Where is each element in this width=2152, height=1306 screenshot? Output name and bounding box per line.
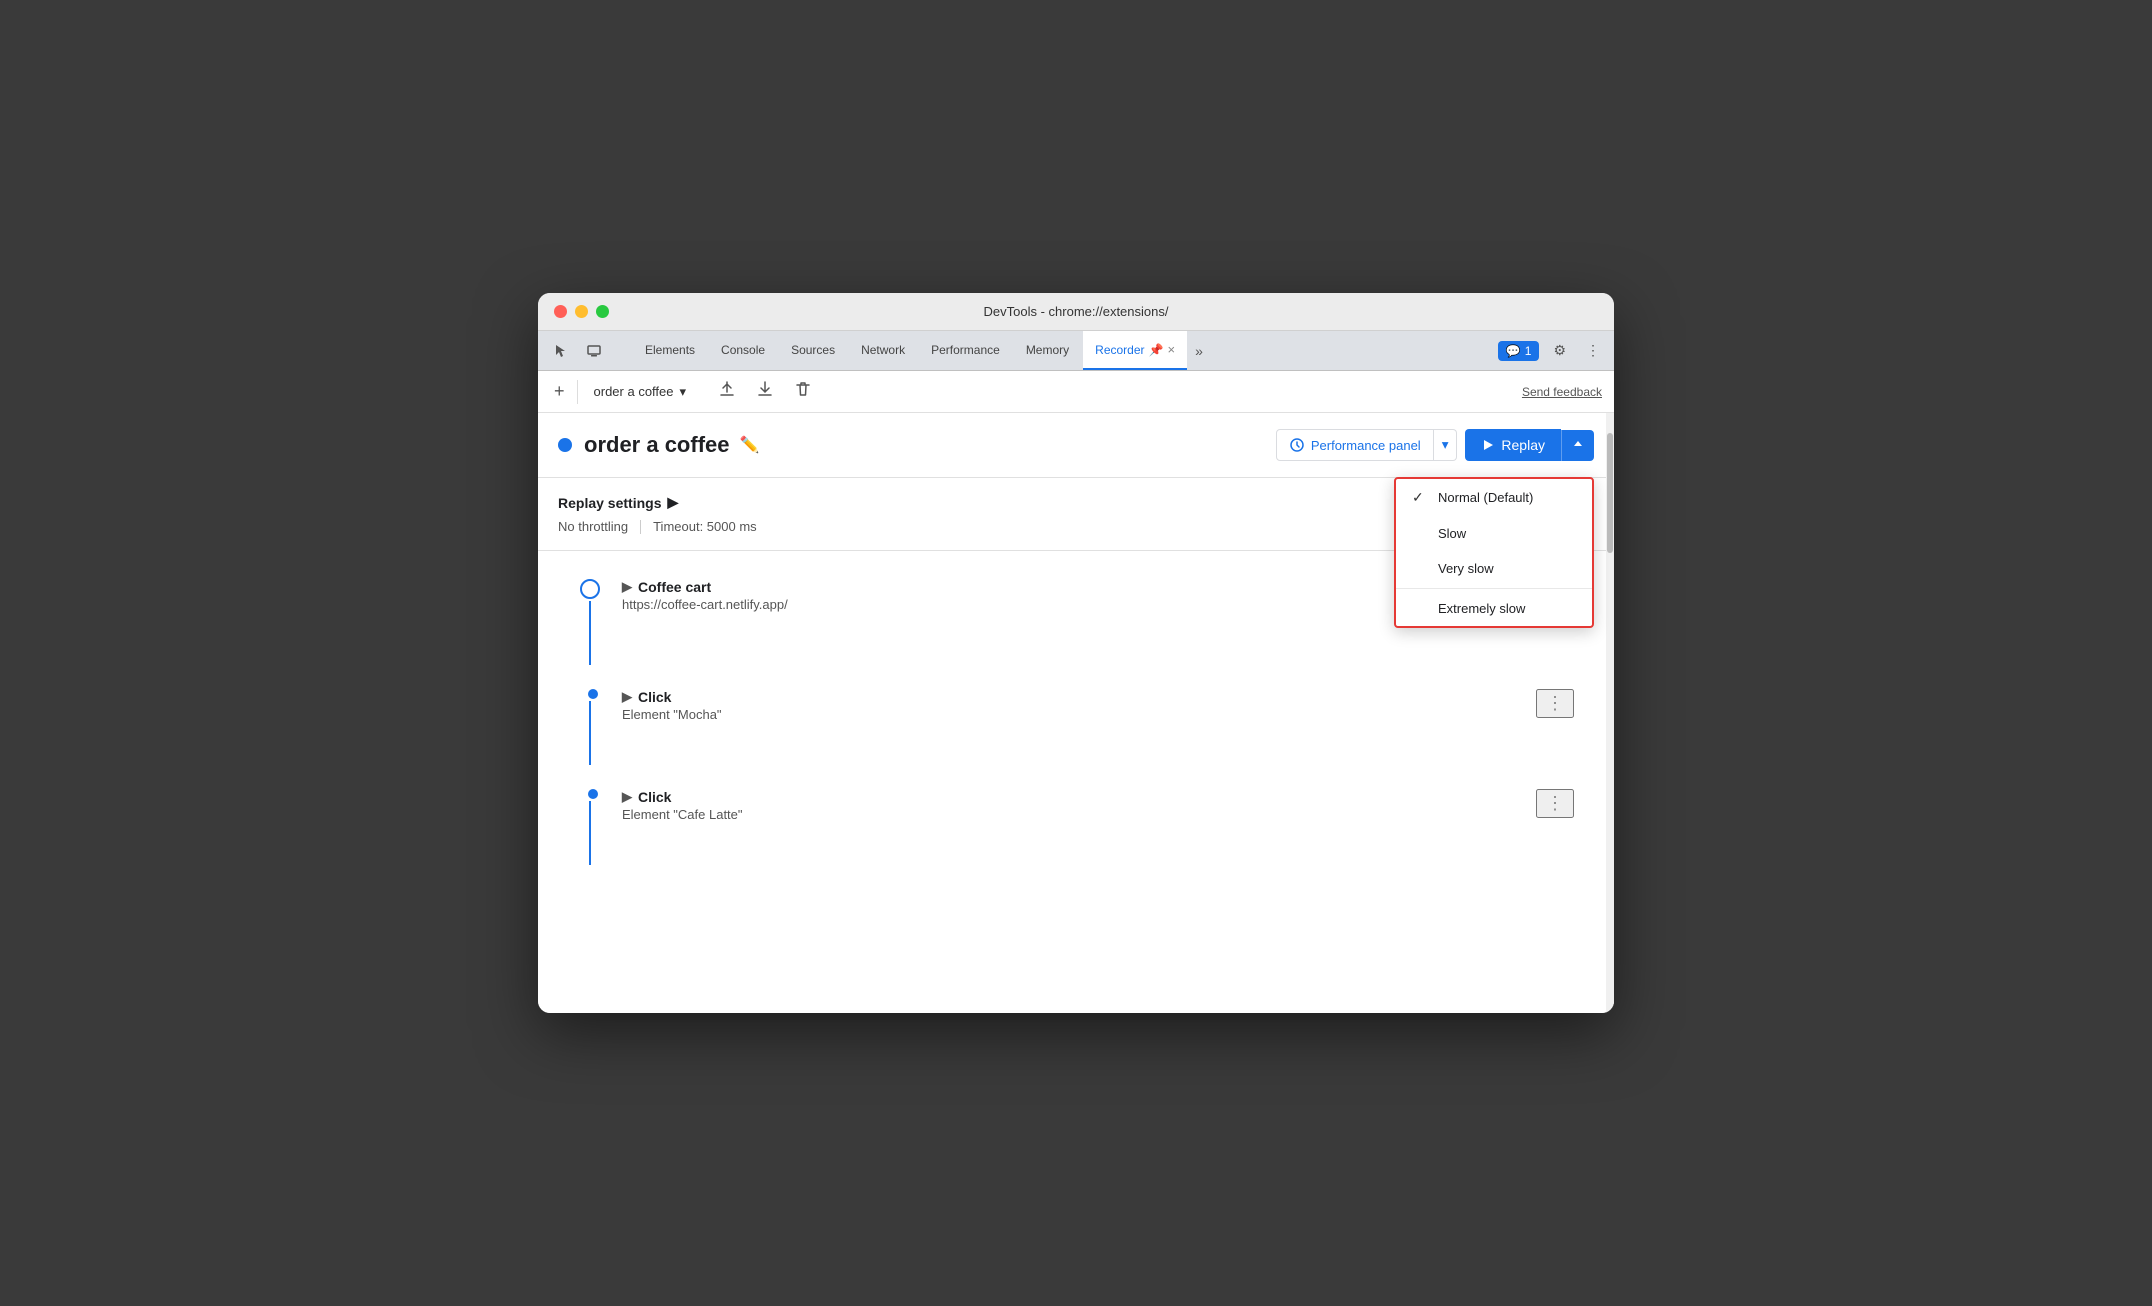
- tab-memory[interactable]: Memory: [1014, 331, 1081, 370]
- dropdown-item-normal[interactable]: ✓ Normal (Default): [1396, 479, 1592, 516]
- settings-button[interactable]: ⚙: [1547, 338, 1572, 363]
- checkmark-icon: ✓: [1412, 489, 1428, 506]
- tab-performance[interactable]: Performance: [919, 331, 1012, 370]
- main-content: order a coffee ✏️ Performance panel ▾: [538, 413, 1614, 1013]
- speed-dropdown-menu: ✓ Normal (Default) Slow Very slow Extrem…: [1394, 477, 1594, 628]
- step-timeline-2: [578, 689, 602, 765]
- title-bar: DevTools - chrome://extensions/: [538, 293, 1614, 331]
- send-feedback-link[interactable]: Send feedback: [1522, 385, 1602, 399]
- tab-network[interactable]: Network: [849, 331, 917, 370]
- step-item-click-mocha: ▶ Click Element "Mocha" ⋮: [558, 681, 1594, 773]
- step-title-3: ▶ Click: [622, 789, 1536, 805]
- step-more-button-2[interactable]: ⋮: [1536, 689, 1574, 718]
- new-recording-button[interactable]: +: [550, 377, 569, 406]
- minimize-button[interactable]: [575, 305, 588, 318]
- replay-button-group: Replay: [1465, 429, 1594, 461]
- tab-bar: Elements Console Sources Network Perform…: [538, 331, 1614, 371]
- toolbar-right: Send feedback: [1522, 383, 1602, 401]
- scrollbar-thumb[interactable]: [1607, 433, 1613, 553]
- step-circle-1: [580, 579, 600, 599]
- performance-panel-dropdown-button[interactable]: ▾: [1434, 429, 1458, 461]
- close-button[interactable]: [554, 305, 567, 318]
- cursor-icon[interactable]: [546, 339, 574, 363]
- scrollbar-track: [1606, 413, 1614, 1013]
- header-actions: Performance panel ▾ Replay: [1276, 429, 1594, 461]
- step-line-2: [589, 701, 591, 765]
- tab-recorder[interactable]: Recorder 📌 ×: [1083, 331, 1187, 370]
- traffic-lights: [554, 305, 609, 318]
- step-info-2: ▶ Click Element "Mocha": [622, 689, 1536, 722]
- close-recorder-tab[interactable]: ×: [1167, 342, 1175, 357]
- tab-console[interactable]: Console: [709, 331, 777, 370]
- performance-panel-group: Performance panel ▾: [1276, 429, 1458, 461]
- performance-panel-icon: [1289, 437, 1305, 453]
- recording-title: order a coffee: [584, 432, 730, 458]
- export-button[interactable]: [710, 376, 744, 407]
- toolbar-divider: [577, 380, 578, 404]
- replay-button[interactable]: Replay: [1465, 429, 1561, 461]
- settings-divider: [640, 520, 641, 534]
- toolbar-action-icons: [710, 376, 820, 407]
- import-button[interactable]: [748, 376, 782, 407]
- step-subtitle-2: Element "Mocha": [622, 707, 1536, 722]
- step-line-1: [589, 601, 591, 665]
- recording-indicator: [558, 438, 572, 452]
- step-more-button-3[interactable]: ⋮: [1536, 789, 1574, 818]
- step-title-2: ▶ Click: [622, 689, 1536, 705]
- maximize-button[interactable]: [596, 305, 609, 318]
- dropdown-separator: [1396, 588, 1592, 589]
- devtools-icons: [546, 331, 623, 370]
- dropdown-item-slow[interactable]: Slow: [1396, 516, 1592, 551]
- step-info-3: ▶ Click Element "Cafe Latte": [622, 789, 1536, 822]
- devtools-window: DevTools - chrome://extensions/ Elements…: [538, 293, 1614, 1013]
- more-tabs-button[interactable]: »: [1189, 331, 1209, 370]
- replay-play-icon: [1481, 438, 1495, 452]
- step-item-click-latte: ▶ Click Element "Cafe Latte" ⋮: [558, 781, 1594, 873]
- recorder-toolbar: + order a coffee ▾ Send: [538, 371, 1614, 413]
- recording-name-selector[interactable]: order a coffee ▾: [586, 380, 695, 404]
- device-icon[interactable]: [580, 339, 608, 363]
- timeout-label: Timeout: 5000 ms: [653, 519, 757, 534]
- performance-panel-button[interactable]: Performance panel: [1276, 429, 1434, 461]
- step-row-2: ▶ Click Element "Mocha" ⋮: [622, 689, 1574, 722]
- recording-header: order a coffee ✏️ Performance panel ▾: [538, 413, 1614, 478]
- step-circle-2: [588, 689, 598, 699]
- step-timeline-1: [578, 579, 602, 665]
- step-line-3: [589, 801, 591, 865]
- tab-sources[interactable]: Sources: [779, 331, 847, 370]
- step-circle-3: [588, 789, 598, 799]
- tab-elements[interactable]: Elements: [633, 331, 707, 370]
- step-row-3: ▶ Click Element "Cafe Latte" ⋮: [622, 789, 1574, 822]
- tab-right-actions: 💬 1 ⚙ ⋮: [1498, 331, 1606, 370]
- step-timeline-3: [578, 789, 602, 865]
- window-title: DevTools - chrome://extensions/: [984, 304, 1169, 319]
- edit-title-icon[interactable]: ✏️: [740, 435, 760, 455]
- dropdown-item-very-slow[interactable]: Very slow: [1396, 551, 1592, 586]
- chat-button[interactable]: 💬 1: [1498, 341, 1540, 361]
- step-subtitle-3: Element "Cafe Latte": [622, 807, 1536, 822]
- throttling-label: No throttling: [558, 519, 628, 534]
- delete-button[interactable]: [786, 376, 820, 407]
- replay-dropdown-icon: [1572, 438, 1584, 450]
- dropdown-item-extremely-slow[interactable]: Extremely slow: [1396, 591, 1592, 626]
- replay-dropdown-button[interactable]: [1561, 430, 1594, 461]
- more-options-button[interactable]: ⋮: [1580, 338, 1606, 363]
